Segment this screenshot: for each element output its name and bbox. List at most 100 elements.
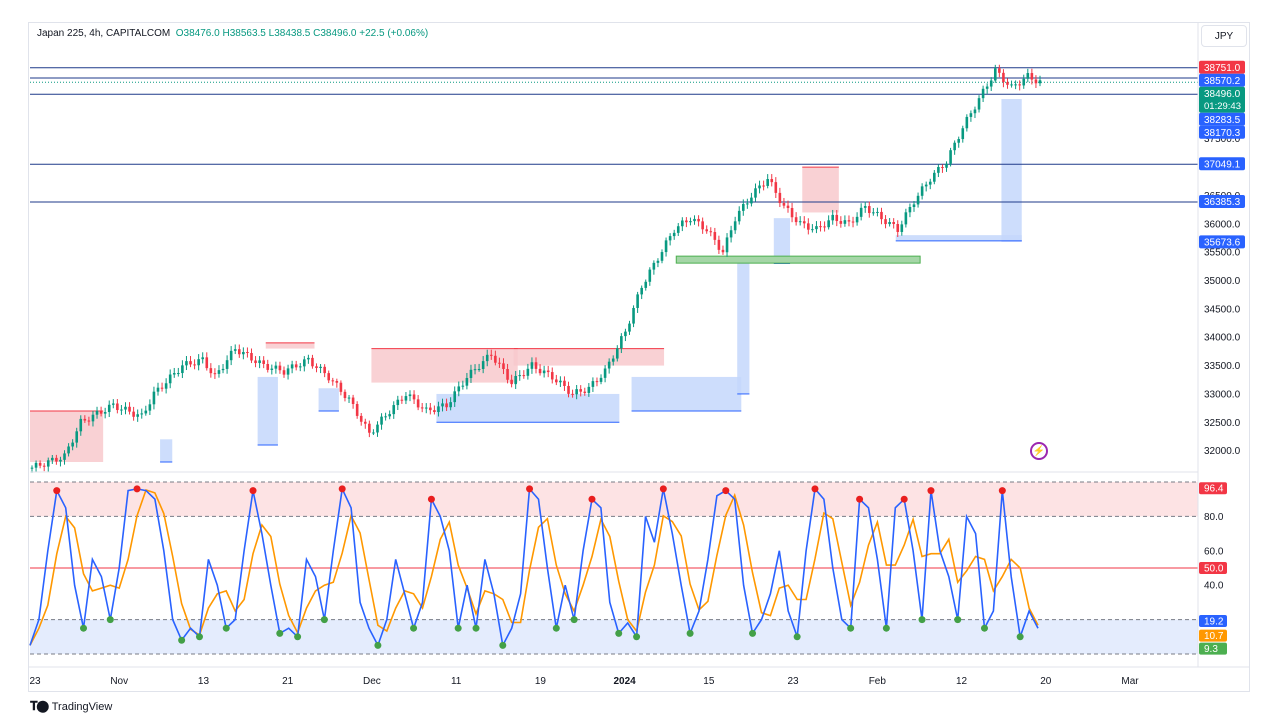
candle-body xyxy=(270,368,274,370)
candle xyxy=(693,215,696,225)
candle-body xyxy=(469,369,473,378)
candle xyxy=(827,215,830,230)
price-tick-label: 35500.0 xyxy=(1204,248,1241,259)
candle-body xyxy=(140,413,144,415)
candle-body xyxy=(359,415,363,422)
candle-body xyxy=(502,363,505,370)
candle xyxy=(274,361,278,374)
candle xyxy=(380,413,383,430)
candle-body xyxy=(656,260,660,263)
candle-body xyxy=(498,362,501,364)
candle xyxy=(916,192,920,208)
candle-body xyxy=(164,383,168,389)
symbol-legend[interactable]: Japan 225, 4h, CAPITALCOM O38476.0 H3856… xyxy=(37,28,428,39)
candle xyxy=(754,183,757,202)
overbought-signal-dot xyxy=(588,495,596,503)
candle-body xyxy=(762,185,765,187)
candle-body xyxy=(835,214,839,222)
candle-body xyxy=(888,222,891,225)
candle-body xyxy=(681,220,684,227)
time-tick-label: 23 xyxy=(788,676,800,687)
candle-body xyxy=(550,372,554,380)
candle xyxy=(815,221,818,234)
candle-body xyxy=(429,407,432,411)
candle-body xyxy=(201,357,205,360)
candle-body xyxy=(985,86,989,89)
candle-body xyxy=(668,236,672,241)
overbought-signal-dot xyxy=(526,485,534,493)
support-zone xyxy=(675,255,921,264)
candle-body xyxy=(815,226,818,230)
price-label-text: 37049.1 xyxy=(1204,159,1241,170)
candle-body xyxy=(294,364,298,368)
candle xyxy=(298,362,302,372)
candle xyxy=(542,365,546,378)
oversold-signal-dot xyxy=(374,641,382,649)
candle-body xyxy=(46,460,50,467)
candle-body xyxy=(770,179,774,183)
candle-body xyxy=(437,406,440,413)
oversold-signal-dot xyxy=(294,633,302,641)
demand-zone xyxy=(257,376,278,445)
candle-body xyxy=(1014,84,1017,86)
candle-body xyxy=(290,364,294,369)
candle-body xyxy=(95,410,99,415)
candle-body xyxy=(843,220,847,224)
candle xyxy=(774,177,778,198)
candle-body xyxy=(969,113,973,117)
candle xyxy=(672,229,676,240)
candle-body xyxy=(311,357,314,367)
candle-body xyxy=(807,223,810,230)
candle xyxy=(591,377,595,392)
candle xyxy=(433,405,436,415)
chart-canvas[interactable]: 32000.0 32500.0 33000.0 33500.0 34000.0 34500… xyxy=(0,0,1280,720)
overbought-signal-dot xyxy=(722,487,730,495)
lightning-icon[interactable]: ⚡ xyxy=(1030,442,1048,460)
candle-body xyxy=(103,412,107,414)
candle xyxy=(807,218,810,235)
ohlc-values: O38476.0 H38563.5 L38438.5 C38496.0 +22.… xyxy=(175,28,429,39)
candle-body xyxy=(319,366,322,368)
candle-body xyxy=(916,195,920,205)
candle xyxy=(335,378,339,388)
candle-body xyxy=(99,410,103,414)
candle-body xyxy=(701,221,704,230)
candle-body xyxy=(518,375,522,377)
candle xyxy=(1006,78,1009,89)
candle xyxy=(880,207,883,225)
candle-body xyxy=(648,269,652,282)
price-label-text: 38496.0 xyxy=(1204,89,1241,100)
candle-body xyxy=(827,220,830,228)
candle xyxy=(311,354,314,369)
candle-body xyxy=(839,221,843,224)
overbought-signal-dot xyxy=(900,495,908,503)
candle-body xyxy=(510,379,513,385)
candle-body xyxy=(168,374,172,384)
candle xyxy=(973,106,977,119)
candle xyxy=(945,161,948,172)
oversold-signal-dot xyxy=(918,616,926,624)
candle-body xyxy=(372,432,375,434)
candle xyxy=(701,217,704,234)
candle-body xyxy=(526,368,530,376)
candle-body xyxy=(831,214,835,221)
candle xyxy=(124,402,127,415)
candle xyxy=(546,365,550,378)
candle xyxy=(177,367,180,377)
candle-body xyxy=(937,167,940,173)
candle-body xyxy=(217,370,221,374)
candle xyxy=(148,399,152,416)
candle xyxy=(758,180,761,194)
currency-selector[interactable]: JPY xyxy=(1201,25,1247,47)
candle-body xyxy=(30,467,34,469)
candle-body xyxy=(567,385,570,394)
candle-body xyxy=(416,399,420,408)
candle xyxy=(1038,75,1042,87)
candle-body xyxy=(563,380,566,386)
candle-body xyxy=(376,424,379,433)
candle xyxy=(595,377,599,387)
overbought-signal-dot xyxy=(811,485,819,493)
time-tick-label: 20 xyxy=(1040,676,1052,687)
oversold-signal-dot xyxy=(980,624,988,632)
time-tick-label: 23 xyxy=(29,676,41,687)
